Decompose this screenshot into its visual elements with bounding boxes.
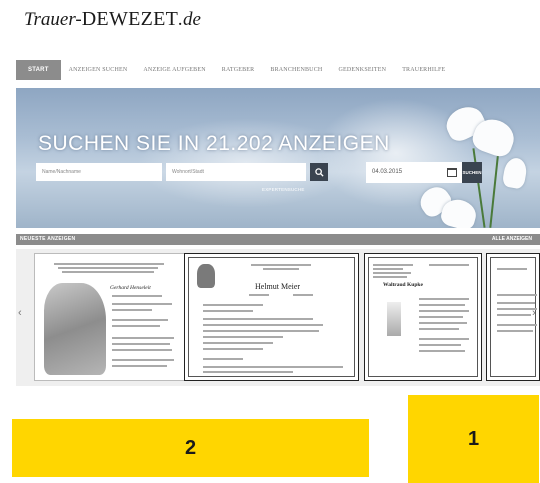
deceased-name: Helmut Meier bbox=[255, 282, 301, 291]
obituary-card[interactable]: Gerhard Henseleit bbox=[34, 253, 192, 381]
hero-title: SUCHEN SIE IN 21.202 ANZEIGEN bbox=[38, 132, 390, 155]
nav-item-branchenbuch[interactable]: Branchenbuch bbox=[262, 60, 330, 80]
search-icon bbox=[314, 167, 324, 177]
expert-search-link[interactable]: Expertensuche bbox=[262, 187, 305, 192]
section-title: Neueste Anzeigen bbox=[20, 236, 76, 242]
city-search-input[interactable]: Wohnort/Stadt bbox=[166, 163, 306, 181]
all-ads-link[interactable]: Alle Anzeigen bbox=[492, 234, 532, 245]
nav-item-anzeige-aufgeben[interactable]: Anzeige aufgeben bbox=[135, 60, 213, 80]
search-button[interactable] bbox=[310, 163, 328, 181]
logo-part-3: .de bbox=[178, 9, 201, 30]
date-input[interactable]: 04.03.2015 bbox=[366, 162, 462, 183]
latest-ads-header: Neueste Anzeigen Alle Anzeigen bbox=[16, 234, 540, 245]
chevron-right-icon[interactable]: › bbox=[532, 307, 536, 319]
chevron-left-icon[interactable]: ‹ bbox=[18, 307, 22, 319]
logo-part-1: Trauer- bbox=[24, 9, 82, 30]
nav-item-ratgeber[interactable]: Ratgeber bbox=[214, 60, 263, 80]
obituary-card[interactable]: Waltraud Kupke bbox=[364, 253, 482, 381]
nav-item-trauerhilfe[interactable]: Trauerhilfe bbox=[394, 60, 453, 80]
site-logo[interactable]: Trauer- DEWEZET .de bbox=[24, 8, 201, 36]
highlight-box-1: 1 bbox=[408, 395, 539, 483]
date-search-button[interactable]: Suchen bbox=[462, 162, 482, 183]
highlight-box-2: 2 bbox=[12, 419, 369, 477]
deceased-name: Gerhard Henseleit bbox=[110, 285, 151, 291]
calendar-icon[interactable] bbox=[447, 168, 457, 177]
nav-item-gedenkseiten[interactable]: Gedenkseiten bbox=[330, 60, 394, 80]
praying-hands-icon bbox=[197, 264, 215, 288]
nav-item-start[interactable]: Start bbox=[16, 60, 61, 80]
deceased-name: Waltraud Kupke bbox=[383, 282, 423, 288]
name-search-input[interactable]: Name/Nachname bbox=[36, 163, 162, 181]
ads-carousel: ‹ Gerhard Henseleit Helmut Meier Waltrau… bbox=[16, 249, 540, 386]
main-nav: Start Anzeigen suchen Anzeige aufgeben R… bbox=[16, 60, 540, 80]
obituary-card[interactable]: Helmut Meier bbox=[184, 253, 359, 381]
angel-figure-image bbox=[44, 283, 106, 375]
nav-item-anzeigen-suchen[interactable]: Anzeigen suchen bbox=[61, 60, 136, 80]
candle-image bbox=[387, 302, 401, 336]
logo-part-2: DEWEZET bbox=[81, 8, 179, 30]
hero-search-banner: SUCHEN SIE IN 21.202 ANZEIGEN Name/Nachn… bbox=[16, 88, 540, 228]
date-value: 04.03.2015 bbox=[372, 169, 403, 175]
